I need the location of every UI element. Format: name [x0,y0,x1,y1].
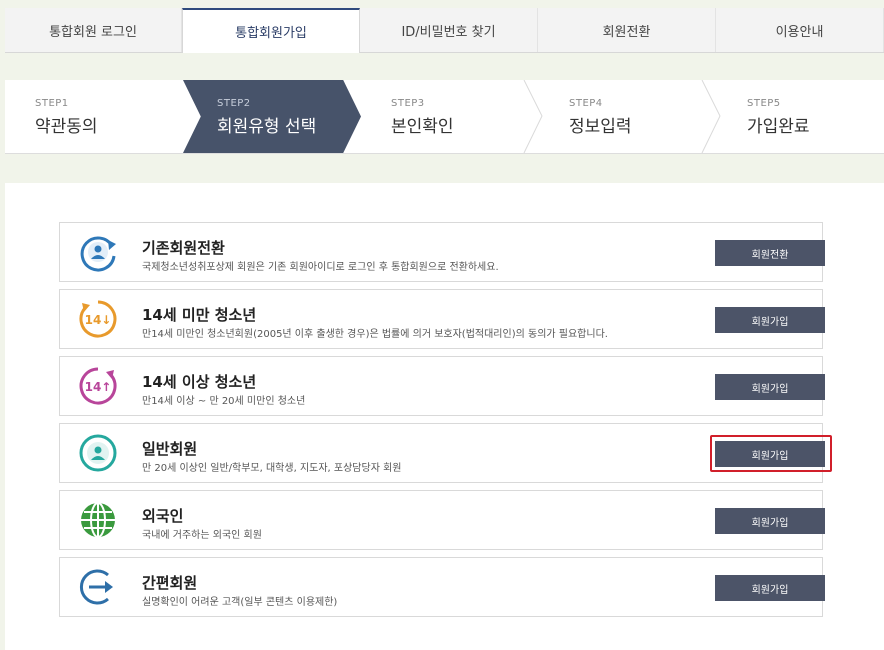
svg-text:14↑: 14↑ [85,380,112,394]
member-type-name: 14세 미만 청소년 [142,306,257,324]
step-title: 정보입력 [569,117,632,137]
step-5: STEP5 가입완료 [717,80,884,153]
member-type-simple: 간편회원 실명확인이 어려운 고객(일부 콘텐츠 이용제한) 회원가입 [59,557,825,617]
tab-login[interactable]: 통합회원 로그인 [5,8,182,52]
member-type-description: 만14세 미만인 청소년회원(2005년 이후 출생한 경우)은 법률에 의거 … [142,329,608,340]
step-2-current: STEP2 회원유형 선택 [183,80,361,153]
step-number: STEP3 [391,98,425,109]
person-icon [79,434,117,472]
signup-steps: STEP1 약관동의 STEP2 회원유형 선택 STEP3 본인확인 STEP… [5,80,884,154]
person-refresh-icon [80,236,116,272]
member-type-panel: 기존회원전환 국제청소년성취포상제 회원은 기존 회원아이디로 로그인 후 통합… [5,183,884,650]
step-number: STEP2 [217,98,251,109]
signup-button[interactable]: 회원가입 [715,374,825,400]
member-type-under-14: 14↓ 14세 미만 청소년 만14세 미만인 청소년회원(2005년 이후 출… [59,289,825,349]
svg-text:14↓: 14↓ [85,313,112,327]
member-type-name: 기존회원전환 [142,239,225,257]
step-3: STEP3 본인확인 [361,80,539,153]
arrow-right-icon [79,569,113,605]
member-type-name: 일반회원 [142,440,198,458]
member-type-over-14: 14↑ 14세 이상 청소년 만14세 이상 ~ 만 20세 미만인 청소년 회… [59,356,825,416]
signup-button[interactable]: 회원가입 [715,575,825,601]
step-number: STEP5 [747,98,781,109]
member-type-existing-conversion: 기존회원전환 국제청소년성취포상제 회원은 기존 회원아이디로 로그인 후 통합… [59,222,825,282]
member-type-description: 실명확인이 어려운 고객(일부 콘텐츠 이용제한) [142,597,338,608]
member-type-name: 외국인 [142,507,184,525]
member-type-description: 만 20세 이상인 일반/학부모, 대학생, 지도자, 포상담당자 회원 [142,463,402,474]
member-type-name: 간편회원 [142,574,198,592]
member-conversion-button[interactable]: 회원전환 [715,240,825,266]
member-type-foreigner: 외국인 국내에 거주하는 외국인 회원 회원가입 [59,490,825,550]
signup-button[interactable]: 회원가입 [715,307,825,333]
tab-member-conversion[interactable]: 회원전환 [538,8,716,52]
step-4: STEP4 정보입력 [539,80,717,153]
signup-button[interactable]: 회원가입 [715,508,825,534]
member-type-description: 국제청소년성취포상제 회원은 기존 회원아이디로 로그인 후 통합회원으로 전환… [142,262,499,273]
step-title: 본인확인 [391,117,454,137]
top-tab-bar: 통합회원 로그인 통합회원가입 ID/비밀번호 찾기 회원전환 이용안내 [5,8,884,53]
tab-usage-guide[interactable]: 이용안내 [716,8,884,52]
member-type-description: 만14세 이상 ~ 만 20세 미만인 청소년 [142,396,306,407]
member-type-general: 일반회원 만 20세 이상인 일반/학부모, 대학생, 지도자, 포상담당자 회… [59,423,832,483]
age-under-14-icon: 14↓ [79,300,117,338]
signup-button[interactable]: 회원가입 [715,441,825,467]
step-number: STEP4 [569,98,603,109]
step-title: 약관동의 [35,117,98,137]
step-divider-icon [701,80,721,153]
step-divider-icon [523,80,543,153]
tab-signup[interactable]: 통합회원가입 [182,8,360,53]
tab-find-id-password[interactable]: ID/비밀번호 찾기 [360,8,538,52]
step-title: 회원유형 선택 [217,117,317,137]
step-1: STEP1 약관동의 [5,80,183,153]
age-over-14-icon: 14↑ [79,367,117,405]
globe-icon [81,502,115,538]
member-type-name: 14세 이상 청소년 [142,373,257,391]
member-type-description: 국내에 거주하는 외국인 회원 [142,530,262,541]
step-number: STEP1 [35,98,69,109]
step-title: 가입완료 [747,117,810,137]
